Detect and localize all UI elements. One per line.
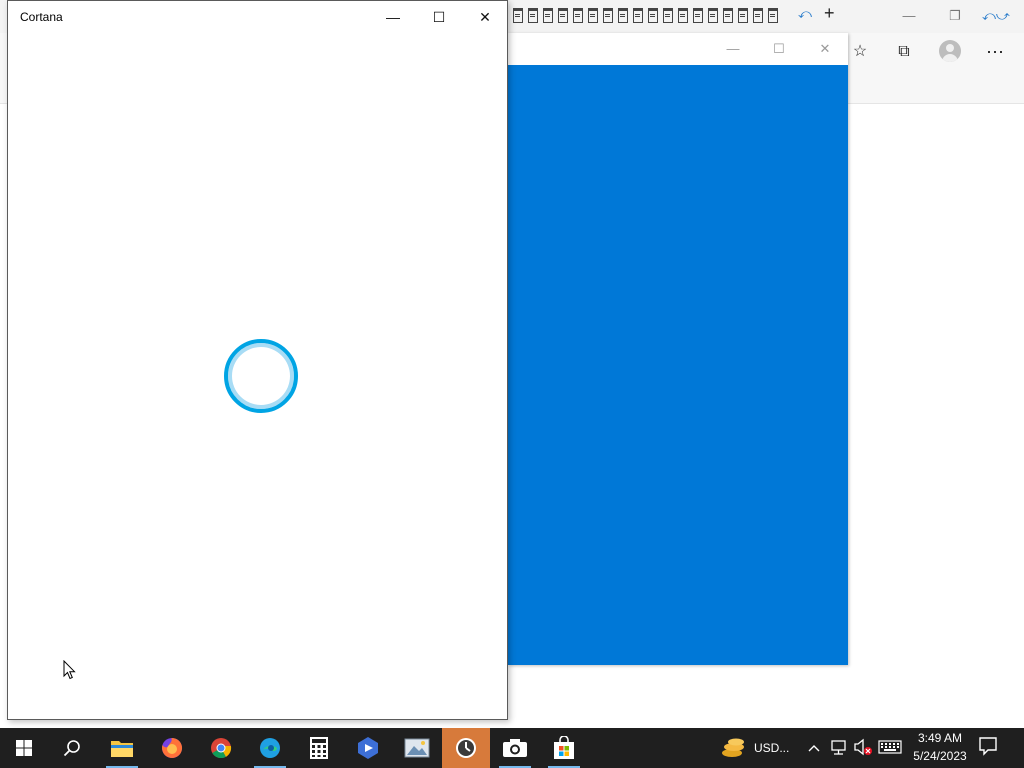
- taskbar-active-app[interactable]: [442, 728, 490, 768]
- blue-window-titlebar: — ☐ ✕: [508, 33, 848, 65]
- browser-tab-icon[interactable]: [647, 6, 658, 23]
- browser-tab-icon[interactable]: [677, 6, 688, 23]
- calculator-icon: [310, 737, 328, 759]
- windows-logo-icon: [16, 740, 32, 756]
- favorites-icon[interactable]: ☆: [846, 38, 874, 66]
- photos-icon: [404, 738, 430, 758]
- video-editor-icon: [358, 737, 378, 759]
- folder-icon: [111, 741, 133, 757]
- volume-muted-icon[interactable]: [853, 738, 873, 758]
- search-button[interactable]: [48, 728, 96, 768]
- taskbar-chrome[interactable]: [197, 728, 245, 768]
- close-button[interactable]: ✕: [462, 2, 508, 32]
- tab-loading-icon: ⤺: [798, 6, 812, 21]
- edge-icon: [260, 738, 280, 758]
- clock-time[interactable]: 3:49 AM: [902, 731, 978, 745]
- browser-tab-icon[interactable]: [662, 6, 673, 23]
- taskbar-edge[interactable]: [246, 728, 294, 768]
- more-options-icon[interactable]: ⋯: [981, 38, 1009, 66]
- alarms-clock-icon: [456, 738, 476, 758]
- action-center-button[interactable]: [978, 736, 1004, 760]
- clock-date[interactable]: 5/24/2023: [902, 749, 978, 763]
- chevron-up-icon: [808, 745, 820, 752]
- browser-tabs: [512, 4, 778, 26]
- camera-icon: [503, 739, 527, 757]
- taskbar-photos[interactable]: [393, 728, 441, 768]
- chrome-icon: [211, 738, 232, 759]
- taskbar-video-editor[interactable]: [344, 728, 392, 768]
- taskbar-calculator[interactable]: [295, 728, 343, 768]
- browser-tab-icon[interactable]: [572, 6, 583, 23]
- start-button[interactable]: [0, 728, 48, 768]
- browser-tab-icon[interactable]: [632, 6, 643, 23]
- browser-tab-icon[interactable]: [752, 6, 763, 23]
- show-hidden-icons-button[interactable]: [806, 738, 822, 758]
- browser-tab-icon[interactable]: [527, 6, 538, 23]
- tray-weather-text[interactable]: USD...: [754, 741, 789, 755]
- browser-tab-icon[interactable]: [767, 6, 778, 23]
- browser-tab-icon[interactable]: [602, 6, 613, 23]
- money-stack-icon: [722, 738, 744, 757]
- taskbar: USD...: [0, 728, 1024, 768]
- taskbar-file-explorer[interactable]: [98, 728, 146, 768]
- blue-close-button[interactable]: ✕: [802, 33, 848, 65]
- browser-tab-icon[interactable]: [692, 6, 703, 23]
- browser-sync-icon: ⤺⤻: [982, 8, 1010, 23]
- firefox-icon: [162, 737, 183, 758]
- network-icon[interactable]: [830, 738, 848, 758]
- new-tab-button[interactable]: +: [824, 4, 842, 22]
- search-icon: [63, 740, 80, 757]
- taskbar-camera[interactable]: [491, 728, 539, 768]
- taskbar-store[interactable]: [540, 728, 588, 768]
- minimize-button[interactable]: —: [370, 2, 416, 32]
- browser-tab-icon[interactable]: [737, 6, 748, 23]
- browser-tab-icon[interactable]: [722, 6, 733, 23]
- browser-tab-icon[interactable]: [512, 6, 523, 23]
- maximize-button[interactable]: ☐: [416, 2, 462, 32]
- browser-tab-icon[interactable]: [707, 6, 718, 23]
- browser-tab-icon[interactable]: [617, 6, 628, 23]
- mouse-cursor-icon: [63, 660, 76, 680]
- app-window-blue: — ☐ ✕: [508, 33, 848, 665]
- tray-currency-icon[interactable]: [720, 736, 748, 760]
- browser-restore-button[interactable]: ❐: [943, 7, 967, 25]
- cortana-ring-icon: [224, 339, 298, 413]
- profile-avatar[interactable]: [939, 40, 961, 62]
- browser-minimize-button[interactable]: —: [897, 7, 921, 25]
- browser-tab-icon[interactable]: [587, 6, 598, 23]
- window-title: Cortana: [20, 10, 63, 24]
- blue-minimize-button[interactable]: —: [710, 33, 756, 65]
- collections-icon[interactable]: ⧉: [890, 38, 918, 66]
- browser-tab-icon[interactable]: [542, 6, 553, 23]
- blue-maximize-button[interactable]: ☐: [756, 33, 802, 65]
- browser-tab-icon[interactable]: [557, 6, 568, 23]
- taskbar-firefox[interactable]: [148, 728, 196, 768]
- notification-icon: [979, 737, 997, 756]
- cortana-window: Cortana — ☐ ✕: [7, 0, 508, 720]
- keyboard-icon[interactable]: [878, 739, 902, 757]
- store-icon: [554, 736, 574, 759]
